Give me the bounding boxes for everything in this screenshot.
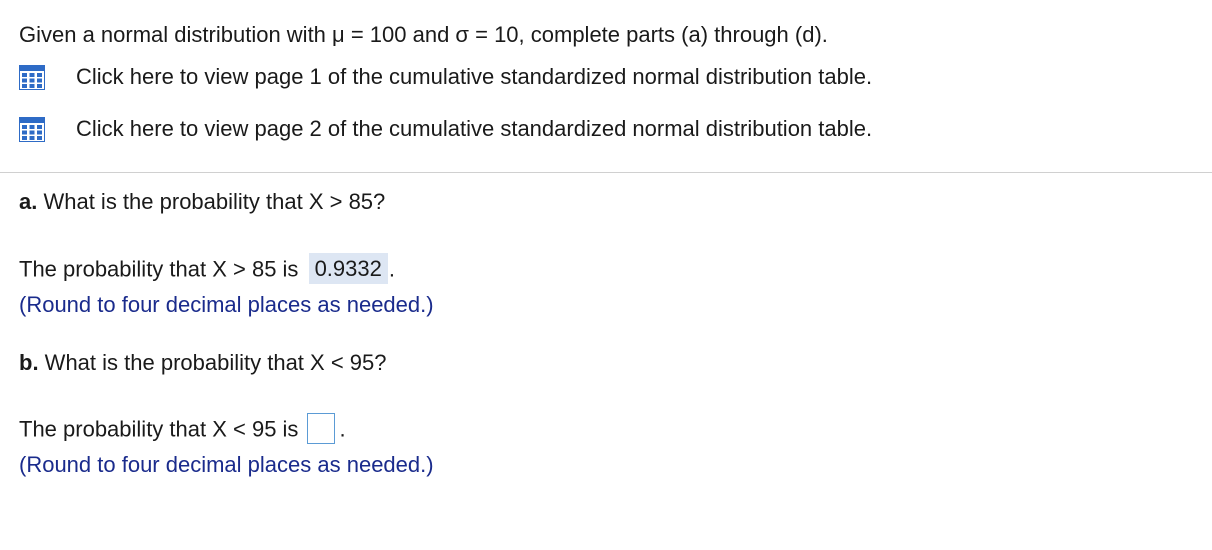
section-divider: [0, 172, 1212, 173]
part-a-answer-field[interactable]: 0.9332: [308, 253, 388, 284]
part-b-label: b.: [19, 350, 39, 375]
part-b-answer-line: The probability that X < 95 is.: [19, 413, 346, 446]
table-link-page-2-label[interactable]: Click here to view page 2 of the cumulat…: [76, 116, 872, 142]
part-b-answer-prefix: The probability that X < 95 is: [19, 416, 299, 442]
part-b-answer-input[interactable]: [307, 413, 336, 444]
part-b-answer-suffix: .: [339, 416, 346, 442]
part-a-answer-suffix: .: [388, 256, 395, 282]
table-icon: [19, 64, 45, 90]
question-page: Given a normal distribution with μ = 100…: [0, 0, 1212, 550]
part-b-rounding-hint: (Round to four decimal places as needed.…: [19, 452, 434, 477]
part-a-label: a.: [19, 189, 38, 214]
table-link-page-1-label[interactable]: Click here to view page 1 of the cumulat…: [76, 64, 872, 90]
problem-statement: Given a normal distribution with μ = 100…: [19, 22, 828, 47]
part-a-rounding-hint: (Round to four decimal places as needed.…: [19, 292, 434, 317]
part-b-question: b. What is the probability that X < 95?: [19, 350, 386, 376]
part-b-question-text: What is the probability that X < 95?: [38, 350, 387, 375]
part-a-question-text: What is the probability that X > 85?: [37, 189, 386, 214]
table-link-page-2[interactable]: Click here to view page 2 of the cumulat…: [19, 116, 872, 142]
table-link-page-1[interactable]: Click here to view page 1 of the cumulat…: [19, 64, 872, 90]
table-icon: [19, 116, 45, 142]
part-a-question: a. What is the probability that X > 85?: [19, 189, 385, 215]
part-a-answer-line: The probability that X > 85 is 0.9332.: [19, 253, 395, 286]
part-a-answer-prefix: The probability that X > 85 is: [19, 256, 299, 282]
